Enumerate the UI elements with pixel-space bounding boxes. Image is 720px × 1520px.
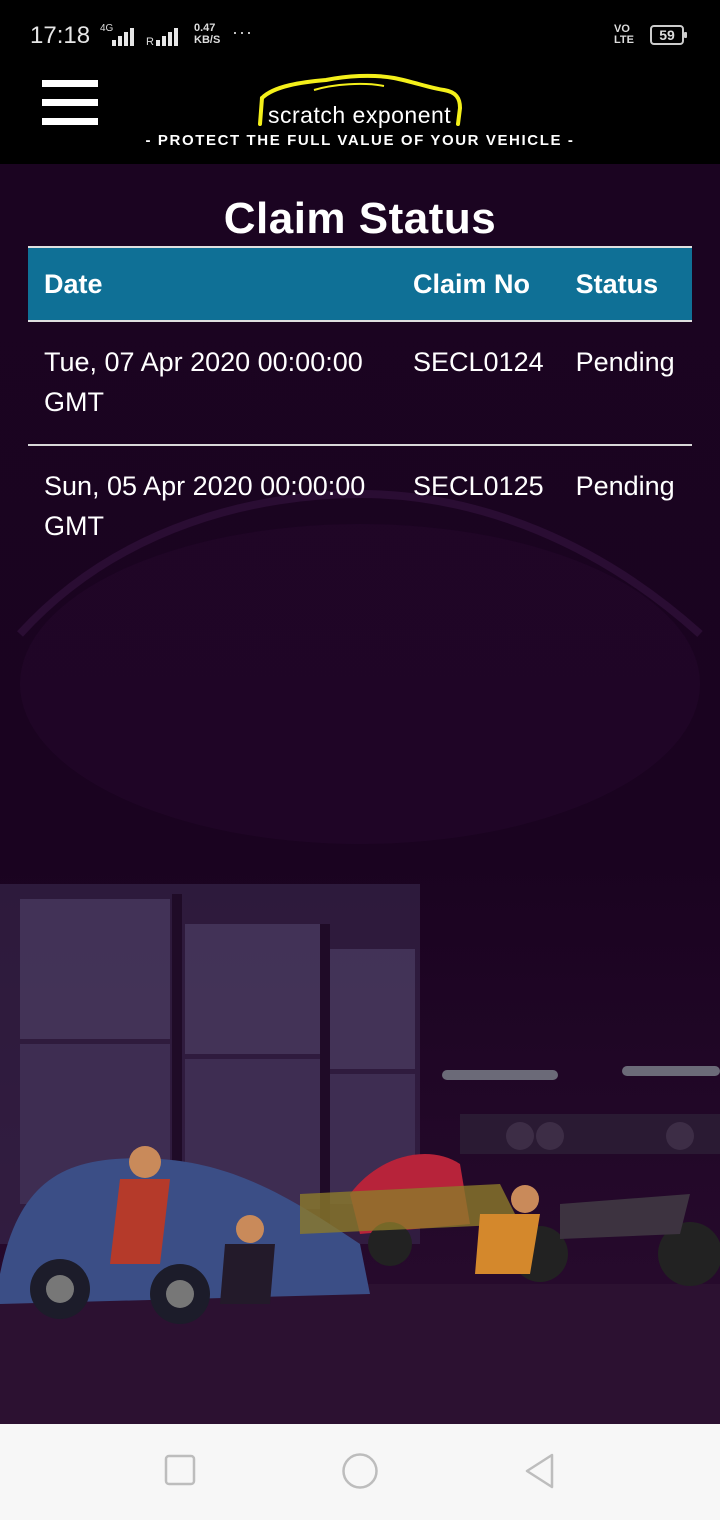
speed-value: 0.47 (194, 22, 216, 34)
more-notifications-icon: ··· (232, 22, 253, 42)
claim-date: Tue, 07 Apr 2020 00:00:00 GMT (44, 347, 363, 417)
table-row[interactable]: Tue, 07 Apr 2020 00:00:00 GMT SECL0124 P… (28, 321, 692, 445)
table-row[interactable]: Sun, 05 Apr 2020 00:00:00 GMT SECL0125 P… (28, 445, 692, 568)
main-content: Claim Status Date Claim No Status Tue, 0… (0, 164, 720, 1424)
claim-status: Pending (575, 347, 675, 377)
menu-button[interactable] (42, 80, 98, 126)
speed-unit: KB/S (194, 34, 221, 46)
tagline: - PROTECT THE FULL VALUE OF YOUR VEHICLE… (145, 132, 575, 149)
page-title: Claim Status (223, 194, 497, 243)
column-header-status[interactable]: Status (559, 246, 692, 322)
hamburger-icon (42, 80, 98, 87)
claim-number: SECL0124 (413, 347, 544, 377)
battery-icon: 59 (650, 25, 687, 45)
app-header: scratch exponent - PROTECT THE FULL VALU… (0, 72, 720, 164)
signal-icon-2 (156, 28, 178, 46)
claim-number: SECL0125 (413, 471, 544, 501)
signal-icon (112, 28, 134, 46)
clock: 17:18 (30, 22, 91, 49)
claims-table: Date Claim No Status Tue, 07 Apr 2020 00… (28, 246, 692, 568)
network-speed: 0.47 KB/S (194, 22, 220, 46)
column-header-date[interactable]: Date (28, 246, 397, 322)
column-header-claim-no[interactable]: Claim No (397, 246, 560, 322)
volte-bottom: LTE (614, 34, 634, 46)
system-nav-bar (0, 1424, 720, 1520)
claim-status: Pending (575, 471, 675, 501)
volte-icon: VO LTE (614, 24, 634, 46)
roaming-indicator: R (146, 36, 154, 48)
recents-square-icon[interactable] (164, 1454, 196, 1486)
logo-text: scratch exponent (268, 102, 452, 128)
status-bar: 17:18 4G R 0.47 KB/S ··· VO LTE 59 (0, 0, 720, 72)
table-header-row: Date Claim No Status (28, 246, 692, 322)
claim-date: Sun, 05 Apr 2020 00:00:00 GMT (44, 471, 366, 541)
home-circle-icon[interactable] (341, 1452, 379, 1490)
back-triangle-icon[interactable] (522, 1452, 556, 1490)
